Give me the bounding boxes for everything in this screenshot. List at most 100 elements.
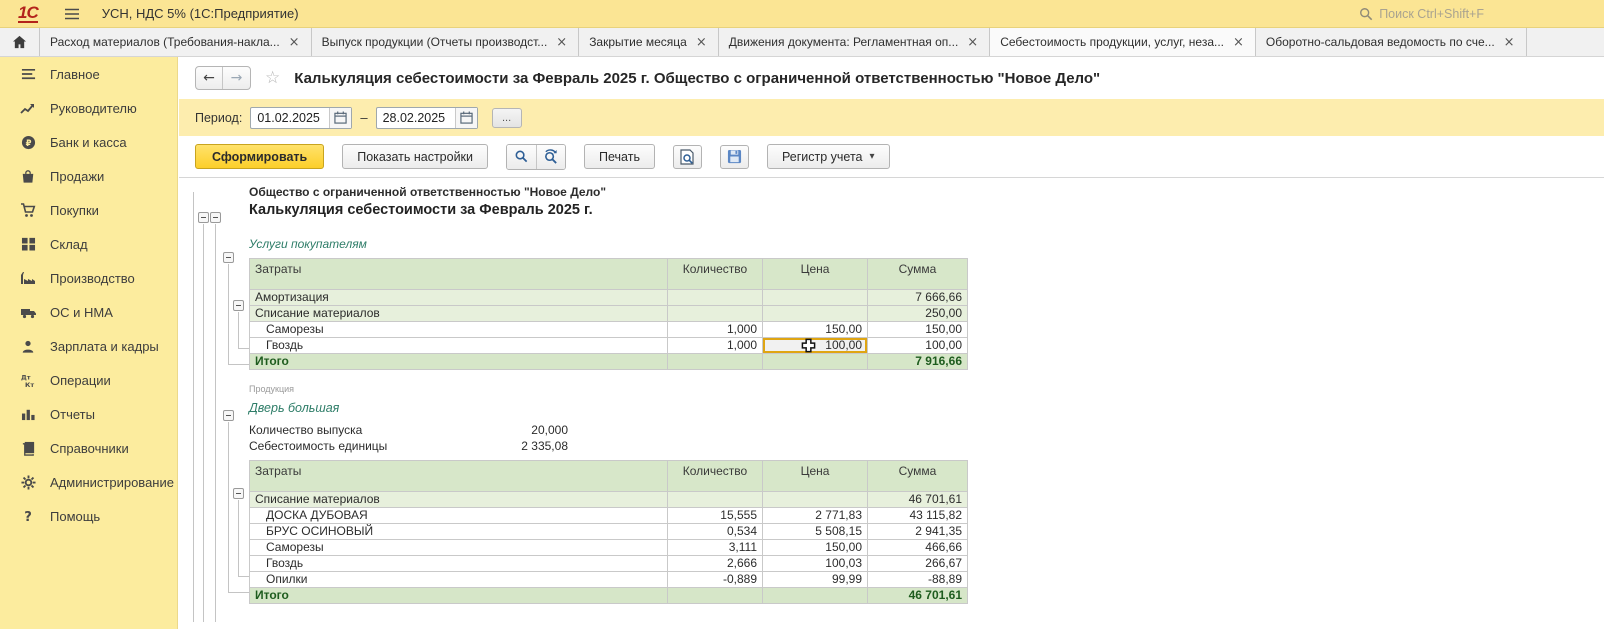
generate-button[interactable]: Сформировать [195, 144, 324, 169]
sidebar-item-sklad[interactable]: Склад [0, 227, 177, 261]
products-kind-label: Продукция [249, 384, 1604, 395]
sidebar-item-spravochniki[interactable]: Справочники [0, 431, 177, 465]
report-title: Калькуляция себестоимости за Февраль 202… [249, 200, 1604, 221]
table-row[interactable]: ДОСКА ДУБОВАЯ 15,555 2 771,83 43 115,82 [250, 508, 968, 524]
sidebar-item-pokupki[interactable]: Покупки [0, 193, 177, 227]
home-tab[interactable] [0, 28, 40, 56]
main-menu-icon[interactable] [64, 8, 80, 20]
sidebar-item-rukovoditelyu[interactable]: Руководителю [0, 91, 177, 125]
period-to-input[interactable]: 28.02.2025 [377, 111, 455, 125]
calendar-icon[interactable] [329, 108, 351, 128]
search-repeat-icon [543, 149, 559, 164]
stat-label: Количество выпуска [249, 422, 362, 438]
tab-vypusk-produkcii[interactable]: Выпуск продукции (Отчеты производст... × [312, 28, 580, 56]
collapse-toggle[interactable] [233, 488, 244, 499]
table-row[interactable]: Опилки -0,889 99,99 -88,89 [250, 572, 968, 588]
table-row[interactable]: Саморезы 3,111 150,00 466,66 [250, 540, 968, 556]
tab-osv[interactable]: Оборотно-сальдовая ведомость по сче... × [1256, 28, 1527, 56]
sidebar-item-prodazhi[interactable]: Продажи [0, 159, 177, 193]
tab-close-icon[interactable]: × [966, 35, 979, 50]
tab-dvizheniya-dokumenta[interactable]: Движения документа: Регламентная оп... × [719, 28, 990, 56]
sidebar-item-administrirovanie[interactable]: Администрирование [0, 465, 177, 499]
back-button[interactable]: ← [196, 67, 223, 89]
period-label: Период: [195, 111, 242, 125]
column-header-cena: Цена [763, 259, 868, 290]
stat-row: Количество выпуска 20,000 [249, 422, 568, 438]
factory-icon [19, 270, 37, 286]
svg-text:Кт: Кт [25, 381, 34, 388]
search-buttons-group [506, 144, 566, 170]
table-row[interactable]: Итого 46 701,61 [250, 588, 968, 604]
page-title: Калькуляция себестоимости за Февраль 202… [294, 70, 1100, 87]
sidebar-item-bank-i-kassa[interactable]: ₽ Банк и касса [0, 125, 177, 159]
period-dash: – [360, 110, 367, 125]
find-button[interactable] [507, 145, 536, 169]
services-group-label[interactable]: Услуги покупателям [249, 237, 1604, 252]
sidebar: Главное Руководителю ₽ Банк и касса Прод… [0, 57, 178, 629]
tab-close-icon[interactable]: × [695, 35, 708, 50]
find-next-button[interactable] [536, 145, 565, 169]
collapse-toggle[interactable] [223, 252, 234, 263]
calendar-icon[interactable] [455, 108, 477, 128]
stat-row: Себестоимость единицы 2 335,08 [249, 438, 568, 454]
floppy-save-icon [727, 149, 742, 164]
sidebar-item-zarplata-i-kadry[interactable]: Зарплата и кадры [0, 329, 177, 363]
table-row[interactable]: Списание материалов 250,00 [250, 306, 968, 322]
table-row[interactable]: Гвоздь 2,666 100,03 266,67 [250, 556, 968, 572]
table-row[interactable]: Списание материалов 46 701,61 [250, 492, 968, 508]
table-row[interactable]: Итого 7 916,66 [250, 354, 968, 370]
tab-close-icon[interactable]: × [288, 35, 301, 50]
home-icon [12, 35, 27, 49]
tab-rashod-materialov[interactable]: Расход материалов (Требования-накла... × [40, 28, 312, 56]
sidebar-item-otchety[interactable]: Отчеты [0, 397, 177, 431]
app-title: УСН, НДС 5% (1С:Предприятие) [102, 6, 299, 21]
forward-button[interactable]: → [223, 67, 250, 89]
column-header-cena: Цена [763, 461, 868, 492]
tab-sebestoimost[interactable]: Себестоимость продукции, услуг, неза... … [990, 28, 1256, 56]
collapse-toggle[interactable] [210, 212, 221, 223]
print-preview-button[interactable] [673, 145, 702, 169]
debit-credit-icon: ДтКт [19, 372, 37, 388]
global-search-input[interactable]: Поиск Ctrl+Shift+F [1359, 0, 1484, 28]
report-body: Общество с ограниченной ответственностью… [179, 178, 1604, 627]
stat-label: Себестоимость единицы [249, 438, 387, 454]
table-row[interactable]: БРУС ОСИНОВЫЙ 0,534 5 508,15 2 941,35 [250, 524, 968, 540]
svg-text:?: ? [24, 510, 32, 524]
sidebar-item-pomosch[interactable]: ? Помощь [0, 499, 177, 533]
period-panel: Период: 01.02.2025 – 28.02.2025 ... [179, 99, 1604, 136]
sidebar-item-glavnoe[interactable]: Главное [0, 57, 177, 91]
product-group-label[interactable]: Дверь большая [249, 400, 1604, 416]
period-more-button[interactable]: ... [492, 108, 522, 128]
report-company: Общество с ограниченной ответственностью… [249, 184, 1604, 200]
sidebar-item-os-i-nma[interactable]: ОС и НМА [0, 295, 177, 329]
collapse-toggle[interactable] [198, 212, 209, 223]
shopping-bag-icon [19, 168, 37, 184]
tab-close-icon[interactable]: × [1232, 35, 1245, 50]
table-row[interactable]: Амортизация 7 666,66 [250, 290, 968, 306]
report-toolbar: Сформировать Показать настройки Печать Р… [179, 136, 1604, 178]
favorite-star-icon[interactable]: ☆ [265, 68, 280, 88]
main-area: ← → ☆ Калькуляция себестоимости за Февра… [179, 57, 1604, 629]
tab-close-icon[interactable]: × [555, 35, 568, 50]
1c-logo-icon: 1С [18, 5, 38, 23]
print-button[interactable]: Печать [584, 144, 655, 169]
cart-icon [19, 202, 37, 218]
product-stats: Количество выпуска 20,000 Себестоимость … [249, 422, 568, 454]
save-button[interactable] [720, 145, 749, 169]
tab-close-icon[interactable]: × [1503, 35, 1516, 50]
collapse-toggle[interactable] [233, 300, 244, 311]
register-dropdown[interactable]: Регистр учета ▾ [767, 144, 890, 169]
question-icon: ? [19, 508, 37, 524]
person-icon [19, 338, 37, 354]
gear-icon [19, 474, 37, 490]
search-icon [514, 149, 529, 164]
sidebar-item-proizvodstvo[interactable]: Производство [0, 261, 177, 295]
collapse-toggle[interactable] [223, 410, 234, 421]
table-row[interactable]: Гвоздь 1,000 100,00 100,00 [250, 338, 968, 354]
sidebar-item-operacii[interactable]: ДтКт Операции [0, 363, 177, 397]
stat-value: 2 335,08 [521, 438, 568, 454]
table-row[interactable]: Саморезы 1,000 150,00 150,00 [250, 322, 968, 338]
show-settings-button[interactable]: Показать настройки [342, 144, 488, 169]
period-from-input[interactable]: 01.02.2025 [251, 111, 329, 125]
tab-zakrytie-mesyaca[interactable]: Закрытие месяца × [579, 28, 719, 56]
